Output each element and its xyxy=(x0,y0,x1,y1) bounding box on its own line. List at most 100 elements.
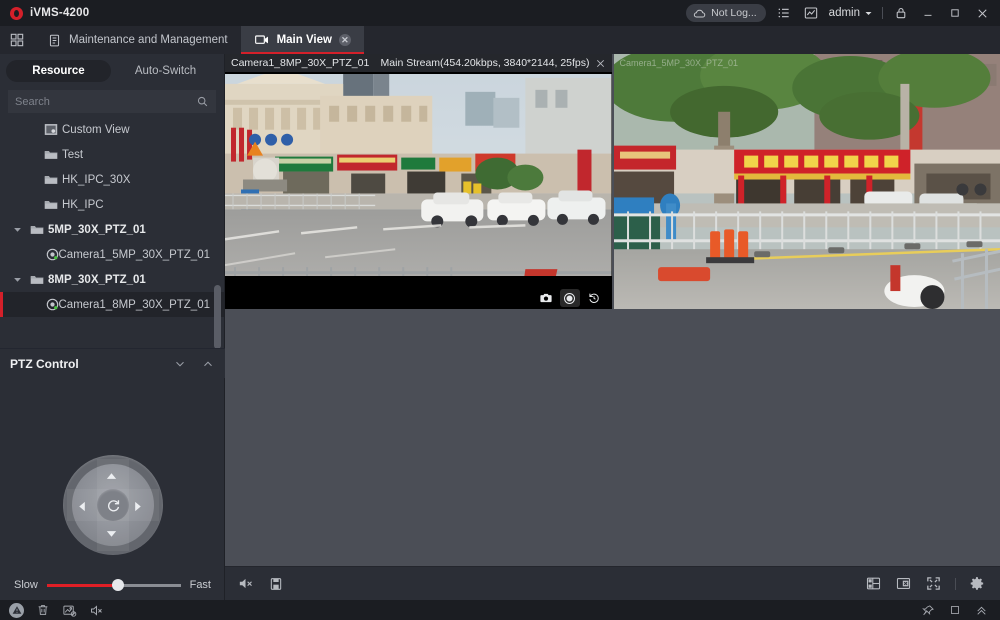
speed-min-label: Slow xyxy=(14,579,38,591)
folder-icon xyxy=(40,149,62,161)
video-stream-info: Main Stream(454.20kbps, 3840*2144, 25fps… xyxy=(381,57,590,69)
ptz-speed-control: Slow Fast xyxy=(0,578,225,592)
search-input[interactable] xyxy=(15,96,196,108)
window-division-icon[interactable] xyxy=(865,575,882,592)
fullscreen-icon[interactable] xyxy=(925,575,942,592)
maintenance-icon xyxy=(47,33,62,48)
maximize-icon[interactable] xyxy=(946,4,964,22)
slider-thumb[interactable] xyxy=(112,579,124,591)
video-camera-name-overlay: Camera1_5MP_30X_PTZ_01 xyxy=(620,58,739,68)
resource-segment-tabs: Resource Auto-Switch xyxy=(0,54,224,84)
user-name-label: admin xyxy=(829,7,860,19)
tab-main-view[interactable]: Main View ✕ xyxy=(241,26,364,54)
audio-mute-icon[interactable] xyxy=(89,603,104,618)
ptz-direction-pad[interactable] xyxy=(63,455,163,555)
close-icon[interactable] xyxy=(594,58,608,69)
record-icon[interactable] xyxy=(560,289,580,307)
arrow-up-icon[interactable] xyxy=(105,472,118,481)
camera-icon xyxy=(46,248,59,261)
arrow-down-icon[interactable] xyxy=(105,529,118,538)
cloud-login-label: Not Log... xyxy=(711,7,757,19)
alarm-icon[interactable] xyxy=(9,603,24,618)
tree-item-label: 5MP_30X_PTZ_01 xyxy=(48,224,146,236)
segment-resource[interactable]: Resource xyxy=(6,60,111,82)
left-panel: Resource Auto-Switch Custom View Test HK_I… xyxy=(0,54,225,600)
capture-icon[interactable] xyxy=(536,289,556,307)
cloud-login-status-button[interactable]: Not Log... xyxy=(686,4,766,22)
tab-close-icon[interactable]: ✕ xyxy=(339,34,351,46)
minimize-icon[interactable] xyxy=(919,4,937,22)
divider xyxy=(882,7,883,19)
tree-item[interactable]: Camera1_8MP_30X_PTZ_01 xyxy=(0,292,224,317)
picture-icon[interactable] xyxy=(62,603,77,618)
app-title: iVMS-4200 xyxy=(30,7,89,19)
camera-icon xyxy=(46,298,59,311)
tree-scrollbar[interactable] xyxy=(214,285,221,349)
settings-gear-icon[interactable] xyxy=(969,575,986,592)
tree-item[interactable]: HK_IPC xyxy=(0,192,224,217)
tree-item-label: 8MP_30X_PTZ_01 xyxy=(48,274,146,286)
cloud-icon xyxy=(693,7,706,20)
playback-icon[interactable] xyxy=(584,289,604,307)
custom-view-icon xyxy=(40,123,62,136)
chevron-down-icon xyxy=(864,9,873,18)
ptz-control-body: Slow Fast xyxy=(0,380,225,600)
square-icon[interactable] xyxy=(949,604,961,616)
video-cell-3[interactable] xyxy=(225,311,612,566)
titlebar-controls: Not Log... admin xyxy=(686,0,1000,26)
list-icon[interactable] xyxy=(775,4,793,22)
chevron-down-icon[interactable] xyxy=(8,225,26,234)
tree-item[interactable]: HK_IPC_30X xyxy=(0,167,224,192)
chevron-up-icon[interactable] xyxy=(201,357,215,371)
tree-item[interactable]: Test xyxy=(0,142,224,167)
stats-chart-icon[interactable] xyxy=(802,4,820,22)
arrow-right-icon[interactable] xyxy=(133,500,142,513)
title-bar: iVMS-4200 Not Log... xyxy=(0,0,1000,26)
save-layout-icon[interactable] xyxy=(268,576,284,592)
segment-auto-switch[interactable]: Auto-Switch xyxy=(113,60,218,82)
video-cell-1[interactable]: Camera1_8MP_30X_PTZ_01 Main Stream(454.2… xyxy=(225,54,612,309)
tree-item-label: Test xyxy=(62,149,83,161)
tree-item[interactable]: 8MP_30X_PTZ_01 xyxy=(0,267,224,292)
tree-item-label: HK_IPC xyxy=(62,199,104,211)
search-bar[interactable] xyxy=(8,90,216,113)
search-icon[interactable] xyxy=(196,95,209,108)
tree-item[interactable]: 5MP_30X_PTZ_01 xyxy=(0,217,224,242)
auto-scan-icon[interactable] xyxy=(97,489,129,521)
tab-label: Main View xyxy=(277,34,332,46)
tab-bar: Maintenance and Management Main View ✕ xyxy=(0,26,1000,54)
ptz-control-header: PTZ Control xyxy=(0,348,225,378)
video-cell-toolbar xyxy=(225,287,612,309)
chevron-down-icon[interactable] xyxy=(173,357,187,371)
video-stream-1 xyxy=(225,54,612,309)
folder-icon xyxy=(40,199,62,211)
app-grid-icon[interactable] xyxy=(0,32,34,48)
tree-item-label: HK_IPC_30X xyxy=(62,174,130,186)
mute-icon[interactable] xyxy=(237,575,254,592)
arrow-left-icon[interactable] xyxy=(78,500,87,513)
app-logo-area: iVMS-4200 xyxy=(0,7,89,20)
lock-icon[interactable] xyxy=(892,4,910,22)
ivms-app-window: iVMS-4200 Not Log... xyxy=(0,0,1000,620)
close-icon[interactable] xyxy=(973,4,991,22)
chevron-down-icon[interactable] xyxy=(8,275,26,284)
tree-item[interactable]: Camera1_5MP_30X_PTZ_01 xyxy=(0,242,224,267)
trash-icon[interactable] xyxy=(36,603,50,617)
user-menu[interactable]: admin xyxy=(829,7,873,19)
view-toolbar xyxy=(225,566,1000,600)
video-cell-2[interactable]: Camera1_5MP_30X_PTZ_01 xyxy=(614,54,1000,309)
divider xyxy=(955,578,956,590)
video-cell-4[interactable] xyxy=(614,311,1000,566)
ptz-control-title: PTZ Control xyxy=(10,357,79,371)
speed-slider[interactable] xyxy=(47,578,181,592)
tree-item[interactable]: Custom View xyxy=(0,117,224,142)
pin-icon[interactable] xyxy=(922,604,935,617)
chevron-double-up-icon[interactable] xyxy=(975,604,988,617)
video-camera-name: Camera1_8MP_30X_PTZ_01 xyxy=(231,57,369,69)
tree-item-label: Camera1_8MP_30X_PTZ_01 xyxy=(59,299,211,311)
tab-label: Maintenance and Management xyxy=(69,34,228,46)
folder-icon xyxy=(26,224,48,236)
close-all-windows-icon[interactable] xyxy=(895,575,912,592)
tab-maintenance-and-management[interactable]: Maintenance and Management xyxy=(34,26,241,54)
tree-item-label: Custom View xyxy=(62,124,130,136)
